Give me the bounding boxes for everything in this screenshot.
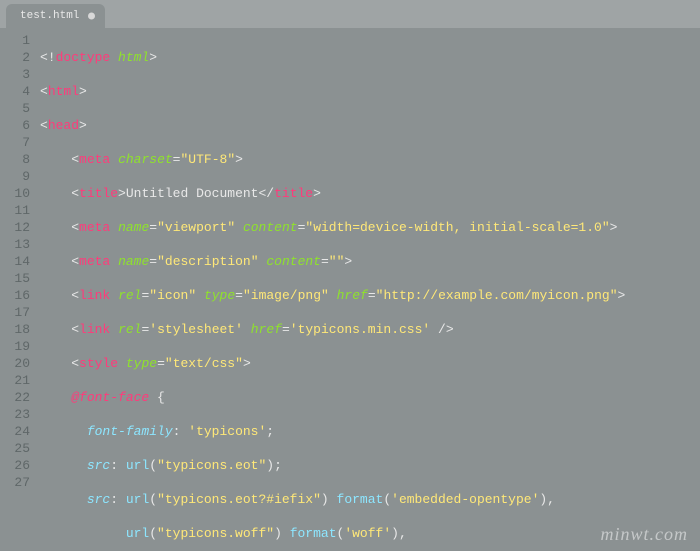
line-number: 21 (4, 372, 30, 389)
line-number: 18 (4, 321, 30, 338)
line-number: 20 (4, 355, 30, 372)
code-line: <meta charset="UTF-8"> (40, 151, 700, 168)
line-number: 23 (4, 406, 30, 423)
code-line: <head> (40, 117, 700, 134)
line-number: 26 (4, 457, 30, 474)
line-number: 7 (4, 134, 30, 151)
line-number: 12 (4, 219, 30, 236)
line-number: 17 (4, 304, 30, 321)
line-number-gutter: 1234567891011121314151617181920212223242… (0, 28, 38, 551)
line-number: 19 (4, 338, 30, 355)
code-area[interactable]: <!doctype html> <html> <head> <meta char… (38, 28, 700, 551)
code-line: <!doctype html> (40, 49, 700, 66)
line-number: 8 (4, 151, 30, 168)
line-number: 15 (4, 270, 30, 287)
tab-modified-indicator-icon (88, 13, 95, 20)
line-number: 4 (4, 83, 30, 100)
code-line: <link rel='stylesheet' href='typicons.mi… (40, 321, 700, 338)
line-number: 11 (4, 202, 30, 219)
line-number: 14 (4, 253, 30, 270)
line-number: 24 (4, 423, 30, 440)
code-line: <meta name="viewport" content="width=dev… (40, 219, 700, 236)
line-number: 10 (4, 185, 30, 202)
code-line: <meta name="description" content=""> (40, 253, 700, 270)
code-line: <link rel="icon" type="image/png" href="… (40, 287, 700, 304)
tab-bar: test.html (0, 0, 700, 28)
line-number: 5 (4, 100, 30, 117)
line-number: 2 (4, 49, 30, 66)
line-number: 3 (4, 66, 30, 83)
line-number: 25 (4, 440, 30, 457)
line-number: 16 (4, 287, 30, 304)
line-number: 6 (4, 117, 30, 134)
code-line: font-family: 'typicons'; (40, 423, 700, 440)
code-line: src: url("typicons.eot?#iefix") format('… (40, 491, 700, 508)
editor: 1234567891011121314151617181920212223242… (0, 28, 700, 551)
line-number: 13 (4, 236, 30, 253)
file-tab[interactable]: test.html (6, 4, 105, 28)
code-line: <style type="text/css"> (40, 355, 700, 372)
line-number: 27 (4, 474, 30, 491)
watermark: minwt.com (601, 524, 689, 545)
code-line: src: url("typicons.eot"); (40, 457, 700, 474)
code-line: <title>Untitled Document</title> (40, 185, 700, 202)
line-number: 9 (4, 168, 30, 185)
code-line: <html> (40, 83, 700, 100)
code-line: @font-face { (40, 389, 700, 406)
line-number: 22 (4, 389, 30, 406)
tab-label: test.html (20, 10, 79, 22)
line-number: 1 (4, 32, 30, 49)
